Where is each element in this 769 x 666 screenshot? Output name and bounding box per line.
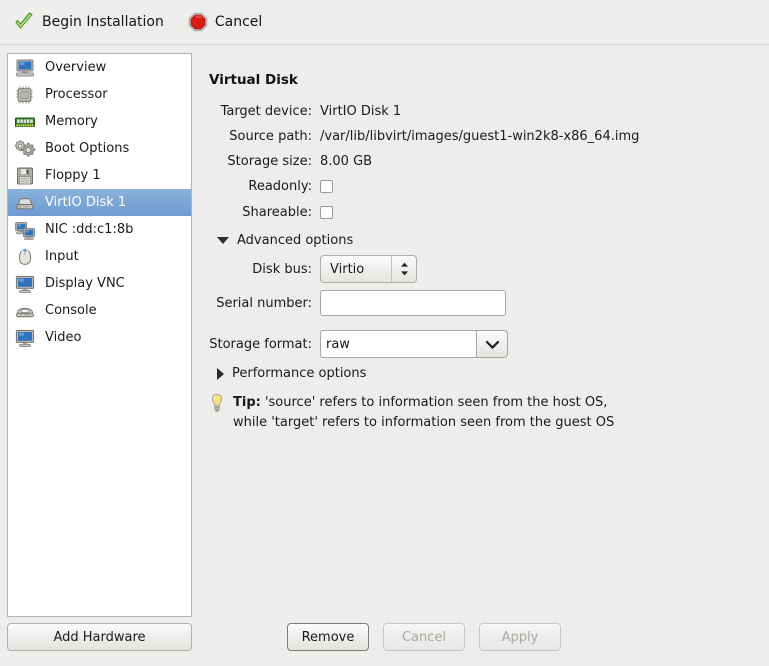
source-path-label: Source path: [229,128,312,144]
display-icon [14,274,36,294]
serial-number-input[interactable] [320,290,506,316]
video-card-icon [14,328,36,348]
red-stop-icon [188,12,208,32]
readonly-row: Readonly: [200,176,333,196]
content-area: Overview Processor Memory Boot Options F… [0,45,769,666]
sidebar-item-floppy-1[interactable]: Floppy 1 [8,162,191,189]
target-device-row: Target device: VirtIO Disk 1 [200,101,402,121]
cancel-toolbar-label: Cancel [214,14,263,30]
sidebar-item-display-vnc[interactable]: Display VNC [8,270,191,297]
sidebar-item-label: Floppy 1 [45,168,101,183]
sidebar-item-video[interactable]: Video [8,324,191,351]
source-path-value: /var/lib/libvirt/images/guest1-win2k8-x8… [320,128,640,144]
up-down-chevron-icon[interactable] [391,256,416,282]
begin-installation-label: Begin Installation [42,14,164,30]
disk-bus-label: Disk bus: [252,261,312,277]
performance-options-label: Performance options [232,366,367,381]
add-hardware-button[interactable]: Add Hardware [7,623,192,651]
readonly-label: Readonly: [248,178,312,194]
sidebar-item-label: NIC :dd:c1:8b [45,222,134,237]
serial-number-row: Serial number: [200,290,506,316]
sidebar-item-label: VirtIO Disk 1 [45,195,127,210]
sidebar-item-label: Video [45,330,82,345]
sidebar-item-input[interactable]: Input [8,243,191,270]
advanced-options-expander[interactable]: Advanced options [217,233,353,248]
tip-line-2: while 'target' refers to information see… [233,415,615,430]
begin-installation-button[interactable]: Begin Installation [8,7,173,37]
shareable-row: Shareable: [200,202,333,222]
cpu-chip-icon [14,85,36,105]
chevron-right-icon [217,367,224,380]
target-device-value: VirtIO Disk 1 [320,103,402,119]
main-toolbar: Begin Installation Cancel [0,0,769,44]
source-path-row: Source path: /var/lib/libvirt/images/gue… [200,126,639,146]
tip-text: Tip: 'source' refers to information seen… [233,393,614,433]
console-icon [14,301,36,321]
chevron-down-icon [217,237,229,244]
target-device-label: Target device: [220,103,312,119]
disk-bus-row: Disk bus: Virtio [200,255,417,283]
advanced-options-label: Advanced options [237,233,354,248]
storage-size-row: Storage size: 8.00 GB [200,151,372,171]
green-check-icon [13,11,35,33]
tip-block: Tip: 'source' refers to information seen… [209,393,669,433]
storage-format-row: Storage format: [200,330,508,358]
storage-size-value: 8.00 GB [320,153,373,169]
storage-size-label: Storage size: [227,153,312,169]
sidebar-item-label: Boot Options [45,141,130,156]
shareable-checkbox[interactable] [320,205,333,219]
sidebar-item-label: Processor [45,87,108,102]
page-title: Virtual Disk [209,72,298,88]
sidebar-item-label: Memory [45,114,98,129]
mouse-icon [14,247,36,267]
sidebar-item-virtio-disk-1[interactable]: VirtIO Disk 1 [8,189,191,216]
apply-button: Apply [479,623,561,651]
gears-icon [14,139,36,159]
hard-disk-icon [14,193,36,213]
sidebar-item-nic[interactable]: NIC :dd:c1:8b [8,216,191,243]
chevron-down-icon[interactable] [476,330,508,358]
sidebar-item-overview[interactable]: Overview [8,54,191,81]
sidebar-item-label: Console [45,303,97,318]
sidebar-item-processor[interactable]: Processor [8,81,191,108]
sidebar-item-boot-options[interactable]: Boot Options [8,135,191,162]
performance-options-expander[interactable]: Performance options [217,366,366,381]
lightbulb-icon [209,393,225,433]
virtual-disk-detail-panel: Virtual Disk Target device: VirtIO Disk … [200,53,760,613]
tip-line-1: 'source' refers to information seen from… [260,395,608,410]
disk-bus-value: Virtio [330,261,365,277]
sidebar-item-label: Display VNC [45,276,125,291]
storage-format-label: Storage format: [209,336,312,352]
computer-icon [14,58,36,78]
memory-ram-icon [14,112,36,132]
storage-format-input[interactable] [320,330,476,358]
remove-button[interactable]: Remove [287,623,369,651]
sidebar-item-label: Input [45,249,79,264]
network-icon [14,220,36,240]
disk-bus-select[interactable]: Virtio [320,255,417,283]
sidebar-item-memory[interactable]: Memory [8,108,191,135]
shareable-label: Shareable: [242,204,312,220]
cancel-button: Cancel [383,623,465,651]
hardware-list[interactable]: Overview Processor Memory Boot Options F… [7,53,192,617]
serial-number-label: Serial number: [216,295,312,311]
readonly-checkbox[interactable] [320,179,333,193]
sidebar-item-console[interactable]: Console [8,297,191,324]
storage-format-combo[interactable] [320,330,508,358]
cancel-toolbar-button[interactable]: Cancel [183,8,271,36]
tip-prefix: Tip: [233,395,261,410]
floppy-disk-icon [14,166,36,186]
sidebar-item-label: Overview [45,60,107,75]
